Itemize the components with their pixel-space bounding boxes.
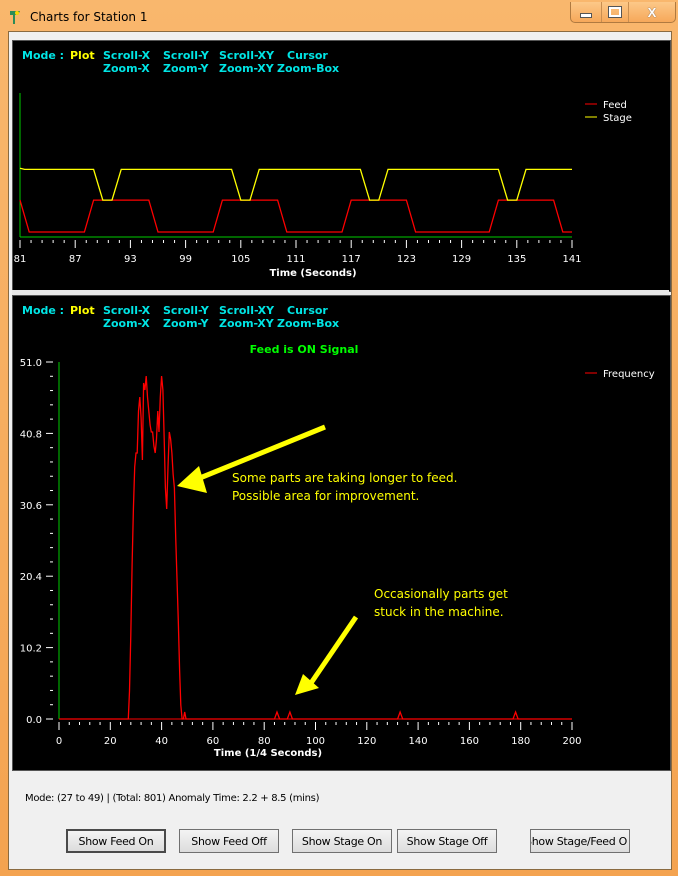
x-axis-label: Time (1/4 Seconds) [214, 748, 322, 759]
show-feed-on-button[interactable]: Show Feed On [66, 829, 166, 853]
show-stage-on-button[interactable]: Show Stage On [292, 829, 392, 853]
x-tick-label: 81 [14, 254, 27, 265]
x-tick-label: 80 [258, 736, 271, 747]
series-frequency [59, 375, 572, 720]
x-tick-label: 123 [397, 254, 416, 265]
y-tick-label: 0.0 [26, 715, 42, 726]
y-tick-label: 20.4 [20, 572, 42, 583]
status-text: Mode: (27 to 49) | (Total: 801) Anomaly … [25, 793, 320, 804]
y-tick-label: 40.8 [20, 429, 42, 440]
frequency-chart[interactable]: Mode : Plot Scroll-X Scroll-Y Scroll-XY … [12, 295, 671, 771]
legend-label: Stage [603, 113, 632, 124]
chart-title: Feed is ON Signal [250, 343, 359, 356]
x-tick-label: 87 [69, 254, 82, 265]
title-bar[interactable]: Charts for Station 1 X [0, 0, 678, 32]
x-tick-label: 200 [562, 736, 581, 747]
x-tick-label: 93 [124, 254, 137, 265]
annotation-stuck-parts: Occasionally parts get stuck in the mach… [295, 587, 508, 695]
annotation-line: Occasionally parts get [374, 587, 508, 601]
show-stage-feed-button[interactable]: Show Stage/Feed O [530, 829, 630, 853]
series-feed [19, 199, 572, 233]
x-tick-label: 129 [452, 254, 471, 265]
legend-label: Feed [603, 100, 627, 111]
arrow-shaft [306, 615, 359, 688]
annotation-line: Some parts are taking longer to feed. [232, 471, 457, 485]
signal-chart[interactable]: Mode : Plot Scroll-X Scroll-Y Scroll-XY … [12, 40, 671, 292]
x-axis-label: Time (Seconds) [269, 268, 356, 279]
minimize-icon [580, 12, 592, 18]
y-tick-label: 51.0 [20, 358, 42, 369]
x-tick-label: 0 [56, 736, 62, 747]
x-tick-label: 105 [231, 254, 250, 265]
x-tick-label: 111 [286, 254, 305, 265]
client-area: Mode : Plot Scroll-X Scroll-Y Scroll-XY … [8, 31, 672, 870]
annotation-line: stuck in the machine. [374, 605, 504, 619]
x-tick-label: 135 [507, 254, 526, 265]
frequency-chart-plot: Feed is ON Signal 0 20 40 60 80 100 120 140 160 1… [20, 343, 655, 759]
x-tick-label: 60 [207, 736, 220, 747]
x-tick-label: 141 [562, 254, 581, 265]
close-icon: X [647, 4, 657, 20]
legend-label: Frequency [603, 369, 655, 380]
x-tick-label: 140 [409, 736, 428, 747]
show-feed-off-button[interactable]: Show Feed Off [179, 829, 279, 853]
annotation-line: Possible area for improvement. [232, 489, 419, 503]
x-tick-label: 180 [511, 736, 530, 747]
y-tick-label: 10.2 [20, 644, 42, 655]
window-controls: X [570, 2, 676, 23]
x-tick-label: 100 [306, 736, 325, 747]
arrow-head [177, 466, 207, 493]
x-tick-label: 20 [104, 736, 117, 747]
annotation-slow-feed: Some parts are taking longer to feed. Po… [177, 424, 457, 503]
signal-chart-plot: 81 87 93 99 105 111 117 123 129 135 141 Time (Seco… [14, 93, 632, 279]
x-tick-label: 99 [179, 254, 192, 265]
maximize-button[interactable] [602, 2, 629, 22]
x-tick-label: 160 [460, 736, 479, 747]
x-tick-label: 40 [155, 736, 168, 747]
minimize-button[interactable] [571, 2, 602, 22]
maximize-icon [608, 6, 622, 18]
app-icon [10, 11, 20, 24]
x-tick-label: 120 [357, 736, 376, 747]
x-tick-label: 117 [342, 254, 361, 265]
series-stage [19, 167, 572, 201]
window-title: Charts for Station 1 [30, 10, 148, 24]
close-button[interactable]: X [629, 2, 675, 22]
y-tick-label: 30.6 [20, 501, 42, 512]
show-stage-off-button[interactable]: Show Stage Off [397, 829, 497, 853]
